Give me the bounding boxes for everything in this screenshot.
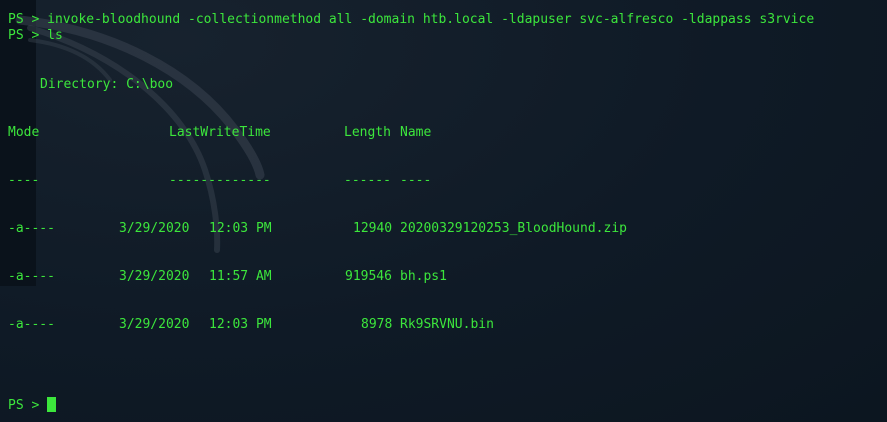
- file-time: 11:57 AM: [209, 269, 272, 284]
- file-time: 12:03 PM: [209, 221, 272, 236]
- directory-line: Directory: C:\boo: [40, 77, 174, 92]
- file-length: 12940: [353, 221, 393, 236]
- header-name: Name: [400, 125, 432, 140]
- underline-lastwritetime: -------------: [169, 173, 271, 188]
- file-name: bh.ps1: [400, 269, 447, 284]
- command-text: ls: [47, 28, 63, 43]
- file-length: 8978: [361, 317, 393, 332]
- prompt: PS >: [8, 398, 48, 413]
- prompt: PS >: [8, 28, 48, 43]
- kali-dragon-watermark-icon: [15, 15, 265, 253]
- header-lastwritetime: LastWriteTime: [169, 125, 271, 140]
- header-length: Length: [344, 125, 391, 140]
- file-name: Rk9SRVNU.bin: [400, 317, 494, 332]
- file-date: 3/29/2020: [119, 269, 190, 284]
- file-mode: -a----: [8, 317, 55, 332]
- input-line[interactable]: PS >: [8, 397, 57, 414]
- file-date: 3/29/2020: [119, 221, 190, 236]
- file-name: 20200329120253_BloodHound.zip: [400, 221, 627, 236]
- text-cursor[interactable]: [47, 397, 57, 412]
- prompt: PS >: [8, 12, 48, 27]
- command-line-1: PS > invoke-bloodhound -collectionmethod…: [8, 12, 814, 28]
- file-length: 919546: [345, 269, 392, 284]
- command-text: invoke-bloodhound -collectionmethod all …: [47, 12, 815, 27]
- file-mode: -a----: [8, 221, 55, 236]
- header-mode: Mode: [8, 125, 40, 140]
- underline-length: ------: [344, 173, 391, 188]
- file-time: 12:03 PM: [209, 317, 272, 332]
- underline-name: ----: [400, 173, 432, 188]
- file-date: 3/29/2020: [119, 317, 190, 332]
- underline-mode: ----: [8, 173, 40, 188]
- file-mode: -a----: [8, 269, 55, 284]
- command-line-2: PS > ls: [8, 28, 63, 44]
